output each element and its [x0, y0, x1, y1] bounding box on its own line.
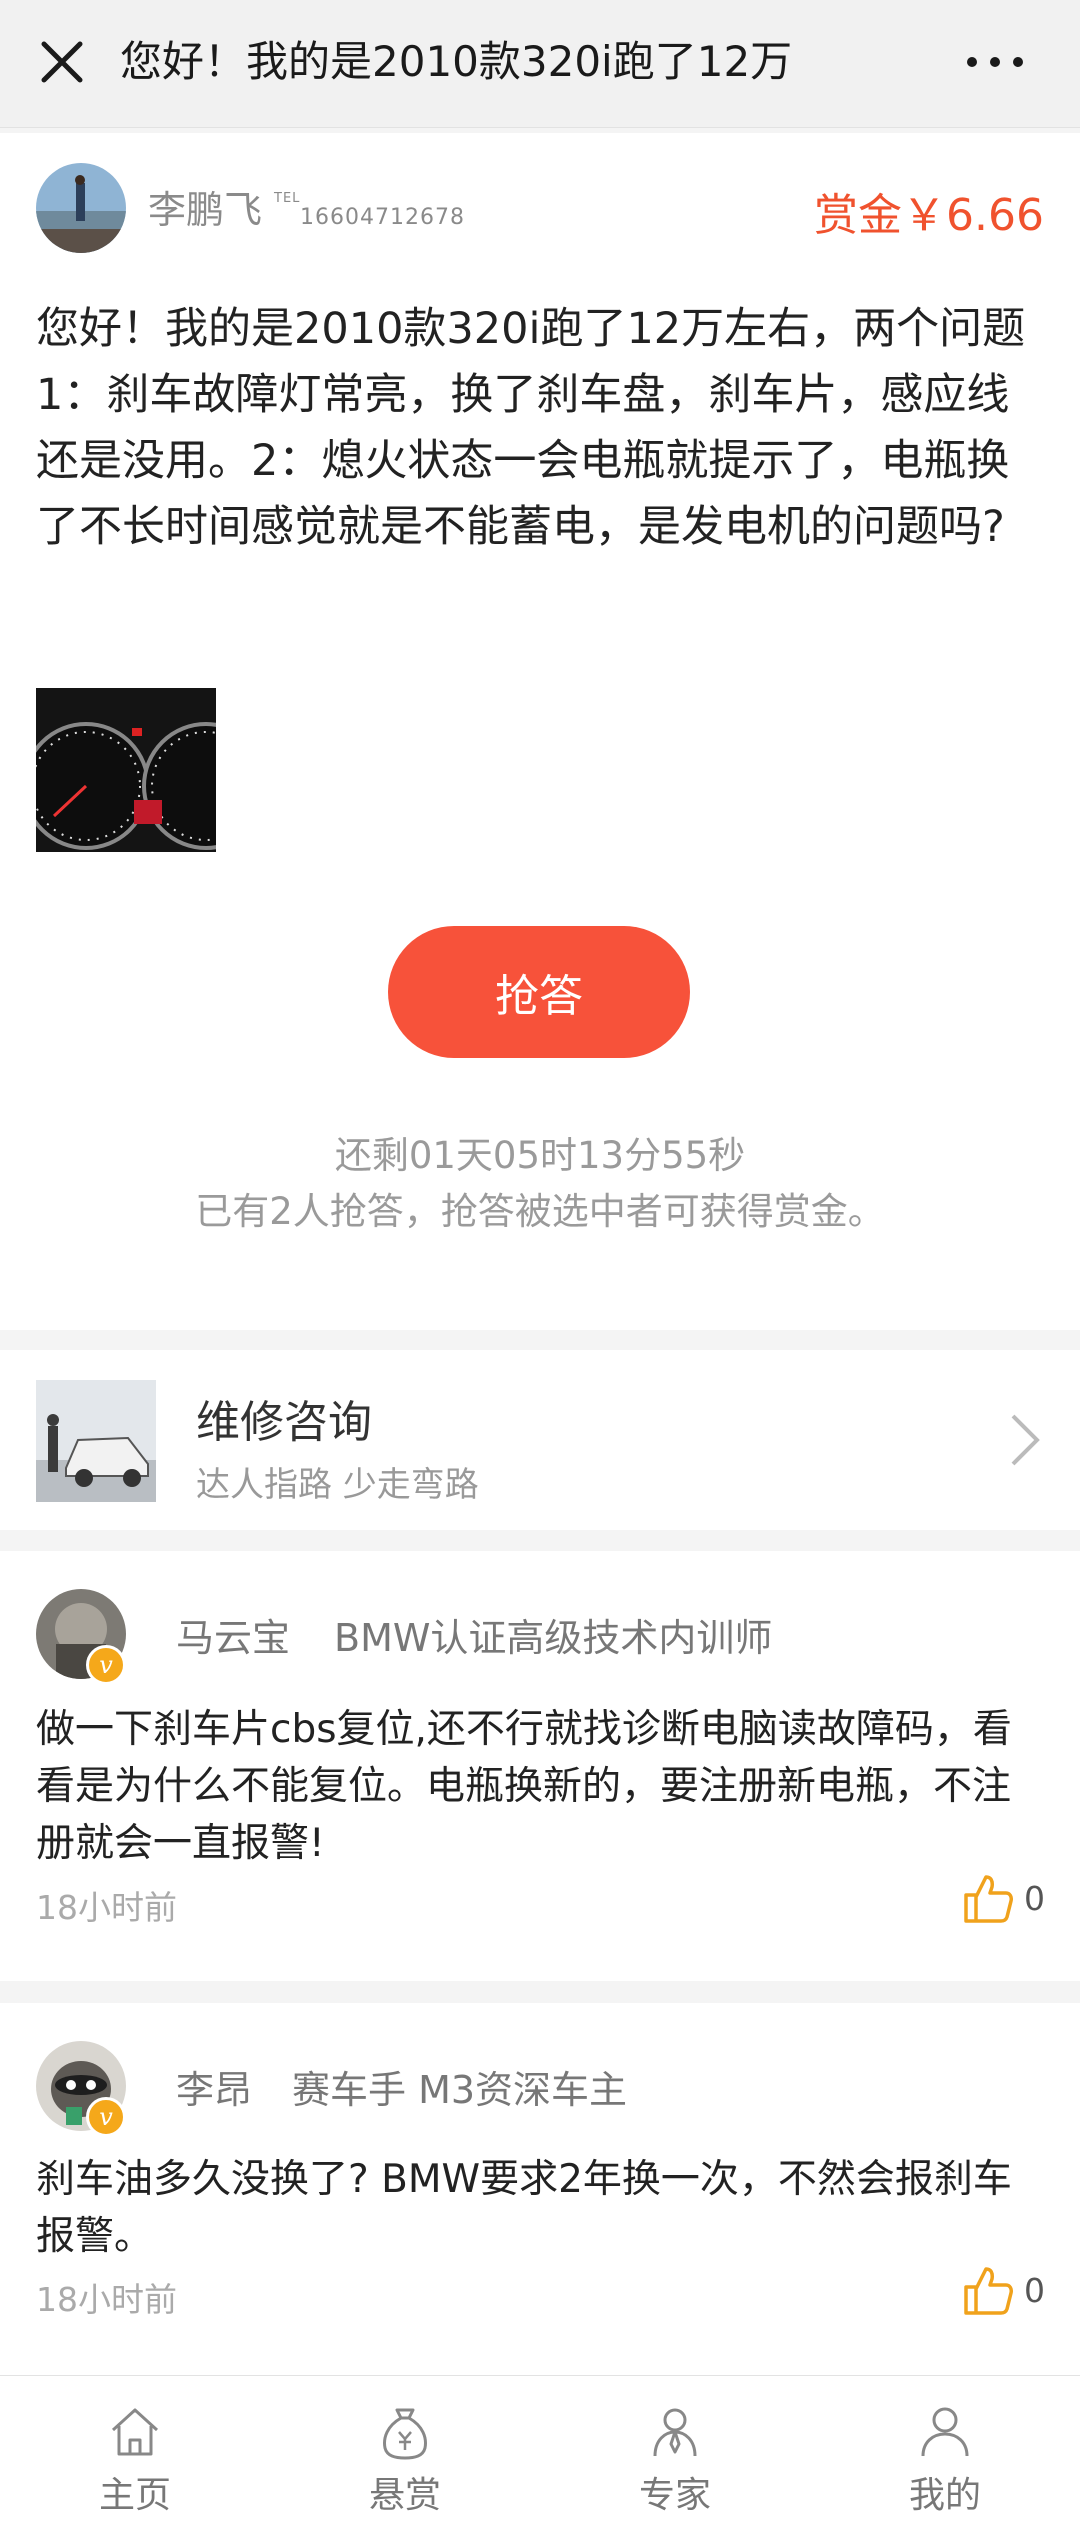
grab-answer-button[interactable]: 抢答: [388, 926, 690, 1058]
thumbs-up-icon[interactable]: [960, 2263, 1016, 2319]
top-nav-bar: 您好！我的是2010款320i跑了12万: [0, 0, 1080, 128]
tel-tag: TEL: [274, 191, 301, 206]
tab-label: 专家: [638, 2475, 711, 2516]
asker-phone: 16604712678: [300, 205, 465, 230]
verified-badge-icon: v: [86, 2097, 126, 2137]
like-count: 0: [1024, 1879, 1045, 1918]
asker-name: 李鹏飞: [148, 188, 263, 232]
like-count: 0: [1024, 2271, 1045, 2310]
tab-label: 悬赏: [368, 2475, 441, 2516]
chevron-right-icon: [1005, 1408, 1045, 1472]
more-options-icon[interactable]: [950, 30, 1040, 94]
dashboard-photo[interactable]: [36, 688, 216, 852]
answerer-title: 赛车手 M3资深车主: [292, 2068, 628, 2112]
close-icon[interactable]: [30, 30, 94, 94]
answer-text: 刹车油多久没换了? BMW要求2年换一次，不然会报刹车报警。: [36, 2157, 1012, 2259]
countdown-text: 还剩01天05时13分55秒: [334, 1134, 746, 1177]
answerer-title: BMW认证高级技术内训师: [334, 1616, 773, 1660]
question-text: 您好！我的是2010款320i跑了12万左右，两个问题1：刹车故障灯常亮，换了刹…: [36, 304, 1026, 552]
verified-badge-icon: v: [86, 1645, 126, 1685]
answerer-name: 马云宝: [176, 1616, 291, 1660]
question-card: 李鹏飞 TEL 16604712678 赏金￥6.66 您好！我的是2010款3…: [0, 133, 1080, 1330]
tab-label: 主页: [98, 2475, 171, 2516]
answer-item: v 李昂 赛车手 M3资深车主 刹车油多久没换了? BMW要求2年换一次，不然会…: [0, 2003, 1080, 2375]
avatar[interactable]: [36, 163, 126, 253]
user-icon: [915, 2402, 975, 2462]
tab-bounty[interactable]: 悬赏: [270, 2376, 540, 2529]
tab-label: 我的: [908, 2475, 981, 2516]
promo-subtitle: 达人指路 少走弯路: [196, 1465, 479, 1505]
promo-title: 维修咨询: [196, 1397, 372, 1448]
reward-amount: 赏金￥6.66: [814, 190, 1044, 241]
repair-consult-entry[interactable]: 维修咨询 达人指路 少走弯路: [0, 1350, 1080, 1530]
answer-time: 18小时前: [36, 1888, 177, 1927]
answer-text: 做一下刹车片cbs复位,还不行就找诊断电脑读故障码，看看是为什么不能复位。电瓶换…: [36, 1707, 1012, 1866]
grab-note: 已有2人抢答，抢答被选中者可获得赏金。: [195, 1190, 885, 1233]
answer-item: v 马云宝 BMW认证高级技术内训师 做一下刹车片cbs复位,还不行就找诊断电脑…: [0, 1551, 1080, 1981]
expert-icon: [645, 2402, 705, 2462]
money-bag-icon: [375, 2402, 435, 2462]
answerer-name: 李昂: [176, 2068, 253, 2112]
bottom-tab-bar: 主页 悬赏 专家 我的: [0, 2375, 1080, 2529]
thumbs-up-icon[interactable]: [960, 1871, 1016, 1927]
page-title: 您好！我的是2010款320i跑了12万: [120, 37, 793, 86]
answer-time: 18小时前: [36, 2280, 177, 2319]
home-icon: [105, 2402, 165, 2462]
tab-home[interactable]: 主页: [0, 2376, 270, 2529]
promo-image: [36, 1380, 156, 1502]
tab-experts[interactable]: 专家: [540, 2376, 810, 2529]
tab-mine[interactable]: 我的: [810, 2376, 1080, 2529]
